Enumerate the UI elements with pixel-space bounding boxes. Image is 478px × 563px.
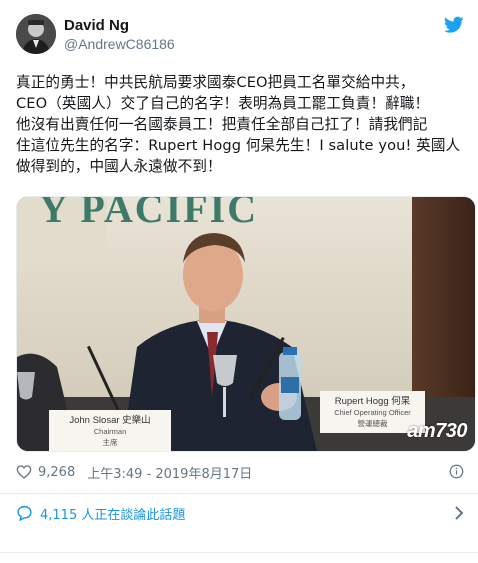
placard-left-name: John Slosar 史樂山 (69, 415, 151, 426)
tweet-text: 真正的勇士！中共民航局要求國泰CEO把員工名單交給中共， CEO（英國人）交了自… (16, 74, 461, 175)
tweet-header: David Ng @AndrewC86186 (16, 14, 464, 62)
heart-icon[interactable] (16, 464, 32, 480)
avatar[interactable] (16, 14, 56, 54)
speech-bubble-icon (17, 505, 32, 521)
divider (0, 552, 478, 553)
background-sign: Y PACIFIC (39, 196, 259, 231)
conversation-label: 4,115 人正在談論此話題 (40, 507, 186, 523)
placard-left-title-zh: 主席 (102, 438, 118, 447)
twitter-bird-icon[interactable] (444, 16, 464, 34)
chevron-right-icon (455, 506, 464, 520)
conversation-link[interactable]: 4,115 人正在談論此話題 (16, 500, 468, 526)
placard-left-title: Chairman (93, 427, 127, 436)
info-icon[interactable] (449, 464, 464, 479)
tweet-meta: 9,268 上午3:49 - 2019年8月17日 (16, 462, 464, 482)
display-name[interactable]: David Ng (64, 17, 175, 35)
tweet-photo[interactable]: Y PACIFIC John Slosar 史樂山 Chairman 主席 Ru… (16, 196, 476, 452)
placard-left: John Slosar 史樂山 Chairman 主席 (49, 415, 171, 448)
user-names: David Ng @AndrewC86186 (64, 17, 175, 53)
user-handle[interactable]: @AndrewC86186 (64, 35, 175, 53)
placard-right-name: Rupert Hogg 何杲 (334, 396, 411, 407)
media-watermark: am730 (407, 420, 467, 442)
tweet-card: David Ng @AndrewC86186 真正的勇士！中共民航局要求國泰CE… (0, 0, 478, 563)
divider (0, 493, 478, 494)
tweet-timestamp[interactable]: 上午3:49 - 2019年8月17日 (87, 463, 252, 482)
placard-right-title: Chief Operating Officer (334, 408, 411, 417)
like-count[interactable]: 9,268 (38, 465, 75, 480)
